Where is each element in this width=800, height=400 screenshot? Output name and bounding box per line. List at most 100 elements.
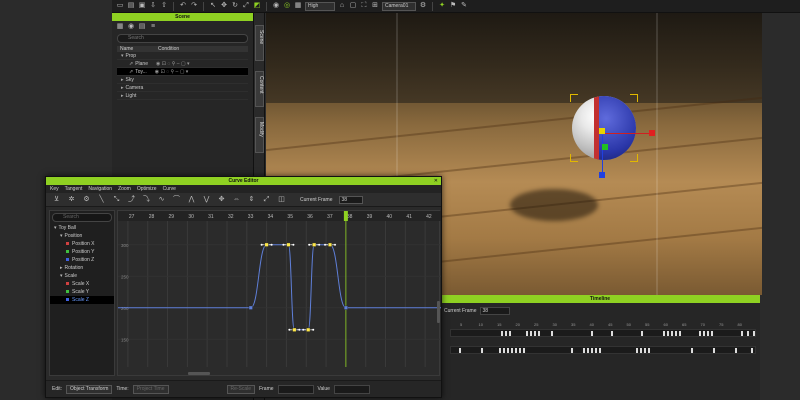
timeline-key[interactable] bbox=[711, 331, 713, 336]
pan-icon[interactable]: ✥ bbox=[217, 195, 226, 204]
timeline-key[interactable] bbox=[644, 348, 646, 353]
curve-key[interactable] bbox=[343, 305, 348, 310]
curve-key[interactable] bbox=[292, 327, 297, 332]
menu-navigation[interactable]: Navigation bbox=[88, 185, 112, 193]
timeline-key[interactable] bbox=[636, 348, 638, 353]
timeline-key[interactable] bbox=[583, 348, 585, 353]
scale-icon[interactable]: ⤢ bbox=[242, 2, 250, 10]
gizmo-x-axis[interactable] bbox=[604, 133, 650, 134]
scene-tree-item[interactable]: ▸ Sky bbox=[117, 76, 248, 84]
chevron-right-icon[interactable]: ▸ bbox=[121, 77, 124, 83]
view-icon[interactable]: ▢ bbox=[349, 2, 357, 10]
gizmo-y-handle[interactable] bbox=[602, 144, 608, 150]
fit-icon[interactable]: ⇔ bbox=[232, 195, 241, 204]
grid-icon[interactable]: ⊞ bbox=[371, 2, 379, 10]
tangent-handle-point[interactable] bbox=[260, 243, 263, 246]
timeline-key[interactable] bbox=[675, 331, 677, 336]
fullscreen-icon[interactable]: ⛶ bbox=[360, 2, 368, 10]
timeline-key[interactable] bbox=[551, 331, 553, 336]
render-icon[interactable]: ▦ bbox=[294, 2, 302, 10]
channel-item[interactable]: ▾ Position bbox=[50, 232, 114, 240]
rotate-icon[interactable]: ↻ bbox=[231, 2, 239, 10]
channel-item[interactable]: Scale Y bbox=[50, 288, 114, 296]
chevron-right-icon[interactable]: ▸ bbox=[121, 93, 124, 99]
settings-icon[interactable]: ⚙ bbox=[419, 2, 427, 10]
channel-item[interactable]: Scale Z bbox=[50, 296, 114, 304]
timeline-key[interactable] bbox=[459, 348, 461, 353]
tab-content[interactable]: Content bbox=[255, 71, 264, 107]
sort-icon[interactable]: ≡ bbox=[149, 23, 157, 31]
eye-icon[interactable]: ◎ bbox=[283, 2, 291, 10]
channel-search-input[interactable]: Search bbox=[52, 213, 112, 222]
curve-key[interactable] bbox=[286, 242, 291, 247]
chevron-down-icon[interactable]: ▾ bbox=[54, 225, 57, 231]
channel-item[interactable]: Scale X bbox=[50, 280, 114, 288]
export-icon[interactable]: ⇧ bbox=[160, 2, 168, 10]
key-select-icon[interactable]: ✲ bbox=[67, 195, 76, 204]
curve-key[interactable] bbox=[264, 242, 269, 247]
gizmo-z-axis[interactable] bbox=[602, 135, 603, 177]
curve-key[interactable] bbox=[328, 242, 333, 247]
channel-item[interactable]: ▾ Scale bbox=[50, 272, 114, 280]
import-icon[interactable]: ⇩ bbox=[149, 2, 157, 10]
tangent-handle-point[interactable] bbox=[282, 243, 285, 246]
timeline-key[interactable] bbox=[591, 331, 593, 336]
edit-dropdown[interactable]: Object Transform bbox=[66, 384, 113, 394]
break-tangent-icon[interactable]: ⋀ bbox=[187, 195, 196, 204]
key-all-icon[interactable]: ⤢ bbox=[262, 195, 271, 204]
loop-icon[interactable]: ◫ bbox=[277, 195, 286, 204]
menu-tangent[interactable]: Tangent bbox=[65, 185, 83, 193]
chevron-right-icon[interactable]: ▸ bbox=[121, 85, 124, 91]
link-icon[interactable]: ⇗ bbox=[129, 61, 133, 67]
timeline-key[interactable] bbox=[751, 348, 753, 353]
brush-icon[interactable]: ✎ bbox=[460, 2, 468, 10]
timeline-key[interactable] bbox=[523, 348, 525, 353]
timeline-key[interactable] bbox=[735, 348, 737, 353]
scene-tree-item[interactable]: ▸ Light bbox=[117, 92, 248, 100]
ease-out-icon[interactable]: ⤵ bbox=[142, 195, 151, 204]
settings-icon[interactable]: ⚙ bbox=[82, 195, 91, 204]
timeline-key[interactable] bbox=[679, 331, 681, 336]
quality-dropdown[interactable]: High bbox=[305, 1, 335, 11]
row-state-icons[interactable]: ◉ ⊡ ◌ ⚲ – ▢ ▾ bbox=[156, 61, 190, 67]
timeline-frame-input[interactable]: 38 bbox=[479, 307, 510, 315]
lock-icon[interactable]: ▤ bbox=[138, 23, 146, 31]
timeline-key[interactable] bbox=[501, 331, 503, 336]
timeline-track[interactable] bbox=[450, 346, 756, 354]
timeline-key[interactable] bbox=[611, 331, 613, 336]
close-icon[interactable]: ✕ bbox=[434, 177, 438, 185]
tangent-handle-point[interactable] bbox=[318, 243, 321, 246]
camera-dropdown[interactable]: Camera01 bbox=[382, 1, 416, 11]
timeline-key[interactable] bbox=[526, 331, 528, 336]
tangent-handle-point[interactable] bbox=[312, 328, 315, 331]
gizmo-center-handle[interactable] bbox=[599, 128, 605, 134]
scene-search-input[interactable]: Search bbox=[117, 34, 248, 43]
tangent-handle-point[interactable] bbox=[270, 243, 273, 246]
open-folder-icon[interactable]: ▤ bbox=[127, 2, 135, 10]
timeline-key[interactable] bbox=[499, 348, 501, 353]
menu-optimize[interactable]: Optimize bbox=[137, 185, 157, 193]
timeline-key[interactable] bbox=[507, 348, 509, 353]
timeline-key[interactable] bbox=[509, 331, 511, 336]
time-dropdown[interactable]: Project Time bbox=[132, 384, 169, 394]
timeline-key[interactable] bbox=[511, 348, 513, 353]
timeline-key[interactable] bbox=[667, 331, 669, 336]
timeline-key[interactable] bbox=[587, 348, 589, 353]
timeline-key[interactable] bbox=[699, 331, 701, 336]
timeline-key[interactable] bbox=[703, 331, 705, 336]
chevron-down-icon[interactable]: ▾ bbox=[121, 53, 124, 59]
timeline-key[interactable] bbox=[595, 348, 597, 353]
auto-key-icon[interactable]: ✦ bbox=[438, 2, 446, 10]
filter-icon[interactable]: ⊻ bbox=[52, 195, 61, 204]
linear-tangent-icon[interactable]: ╲ bbox=[97, 195, 106, 204]
scene-tree-item[interactable]: ▾ Prop bbox=[117, 52, 248, 60]
scale-z-curve[interactable] bbox=[118, 244, 441, 331]
curve-graph-canvas[interactable]: 27 28 29 30 31 32 33 34 35 36 37 38 39 40 41 4230025020… bbox=[118, 211, 441, 377]
tangent-handle-point[interactable] bbox=[334, 243, 337, 246]
timeline-key[interactable] bbox=[571, 348, 573, 353]
scene-tree-item[interactable]: ⇗ Plane ◉ ⊡ ◌ ⚲ – ▢ ▾ bbox=[117, 60, 248, 68]
timeline-key[interactable] bbox=[505, 331, 507, 336]
tab-scene[interactable]: Scene bbox=[255, 25, 264, 61]
timeline-key[interactable] bbox=[663, 331, 665, 336]
rescale-button[interactable]: Re-Scale bbox=[226, 384, 256, 394]
